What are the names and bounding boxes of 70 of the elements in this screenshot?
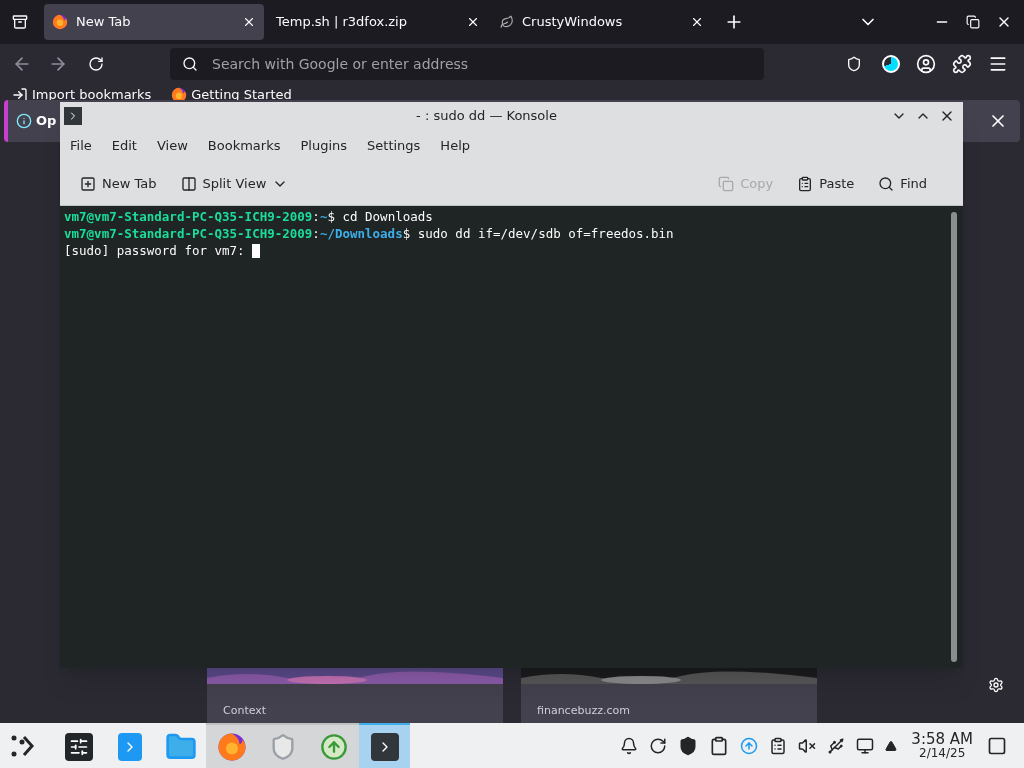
site-card[interactable]: Context xyxy=(207,668,503,723)
firefox-icon xyxy=(216,731,247,762)
terminal-line: vm7@vm7-Standard-PC-Q35-ICH9-2009:~/Downloads$ sudo dd if=/dev/sdb of=freedos.bin xyxy=(64,225,675,242)
address-field[interactable]: Search with Google or enter address xyxy=(170,48,764,80)
tab-list-icon[interactable] xyxy=(12,14,28,30)
network-icon[interactable] xyxy=(856,736,875,755)
split-view-icon xyxy=(180,175,197,192)
clock[interactable]: 3:58 AM 2/14/25 xyxy=(911,732,973,759)
taskbar-app[interactable] xyxy=(359,723,410,768)
terminal-icon xyxy=(370,732,399,761)
restore-icon[interactable] xyxy=(966,15,980,29)
menu-item[interactable]: Settings xyxy=(357,136,431,156)
settings-icon xyxy=(64,732,93,761)
expand-icon[interactable] xyxy=(885,739,898,752)
terminal-icon xyxy=(64,107,82,125)
menu-item[interactable]: Help xyxy=(430,136,480,156)
new-tab-icon xyxy=(80,175,96,192)
search-icon xyxy=(878,175,895,192)
menu-item[interactable]: Plugins xyxy=(290,136,358,156)
clock-time: 3:58 AM xyxy=(911,732,973,747)
sync-icon[interactable] xyxy=(649,736,668,755)
import-icon xyxy=(12,87,28,103)
search-icon xyxy=(182,56,198,72)
toolbar-button[interactable]: Find xyxy=(874,173,931,194)
browser-tab[interactable]: CrustyWindows xyxy=(492,4,712,40)
menu-item[interactable]: Bookmarks xyxy=(197,136,291,156)
card-label: financebuzz.com xyxy=(537,702,631,719)
close-icon[interactable] xyxy=(690,15,704,29)
account-icon[interactable] xyxy=(916,54,936,74)
menu-icon[interactable] xyxy=(988,54,1008,74)
menu-item[interactable]: View xyxy=(146,136,198,156)
browser-tab[interactable]: New Tab xyxy=(44,4,264,40)
menu-item[interactable]: Edit xyxy=(101,136,147,156)
shield-icon[interactable] xyxy=(678,735,699,756)
update-icon xyxy=(319,732,348,761)
site-card[interactable]: financebuzz.com xyxy=(521,668,817,723)
reload-icon[interactable] xyxy=(88,56,104,72)
progress-icon[interactable] xyxy=(882,55,900,73)
card-label: Context xyxy=(223,702,268,719)
close-icon[interactable] xyxy=(242,15,256,29)
toolbar-button[interactable]: Split View xyxy=(176,173,293,194)
bell-icon[interactable] xyxy=(620,736,639,755)
usb-icon[interactable] xyxy=(827,736,846,755)
tab-title: Temp.sh | r3dfox.zip xyxy=(276,13,408,32)
volume-muted-icon[interactable] xyxy=(798,736,817,755)
close-icon[interactable] xyxy=(466,15,480,29)
update-icon[interactable] xyxy=(740,736,759,755)
leaf-icon xyxy=(500,15,514,29)
notice-icon[interactable] xyxy=(709,735,730,756)
copy-icon xyxy=(718,175,735,192)
toolbar-button[interactable]: New Tab xyxy=(76,173,161,194)
extensions-icon[interactable] xyxy=(952,54,972,74)
clipboard-icon[interactable] xyxy=(769,736,788,755)
menu-item[interactable]: File xyxy=(60,136,102,156)
store-icon xyxy=(117,732,142,761)
terminal-line: vm7@vm7-Standard-PC-Q35-ICH9-2009:~$ cd Downloads xyxy=(64,208,434,225)
toolbar-button[interactable]: Paste xyxy=(793,173,859,194)
bookmark-item[interactable]: Import bookmarks xyxy=(12,87,152,103)
paste-icon xyxy=(797,175,814,192)
show-desktop-icon[interactable] xyxy=(987,735,1007,756)
firefox-icon xyxy=(52,14,68,30)
window-title: - : sudo dd — Konsole xyxy=(415,107,558,126)
info-icon xyxy=(16,113,32,129)
terminal-line: [sudo] password for vm7: xyxy=(64,242,951,259)
clock-date: 2/14/25 xyxy=(919,747,966,759)
tab-title: CrustyWindows xyxy=(522,13,624,32)
notification-text: Op xyxy=(36,112,57,131)
browser-tab[interactable]: Temp.sh | r3dfox.zip xyxy=(268,4,488,40)
settings-icon[interactable] xyxy=(988,677,1004,693)
tab-title: New Tab xyxy=(76,13,132,32)
